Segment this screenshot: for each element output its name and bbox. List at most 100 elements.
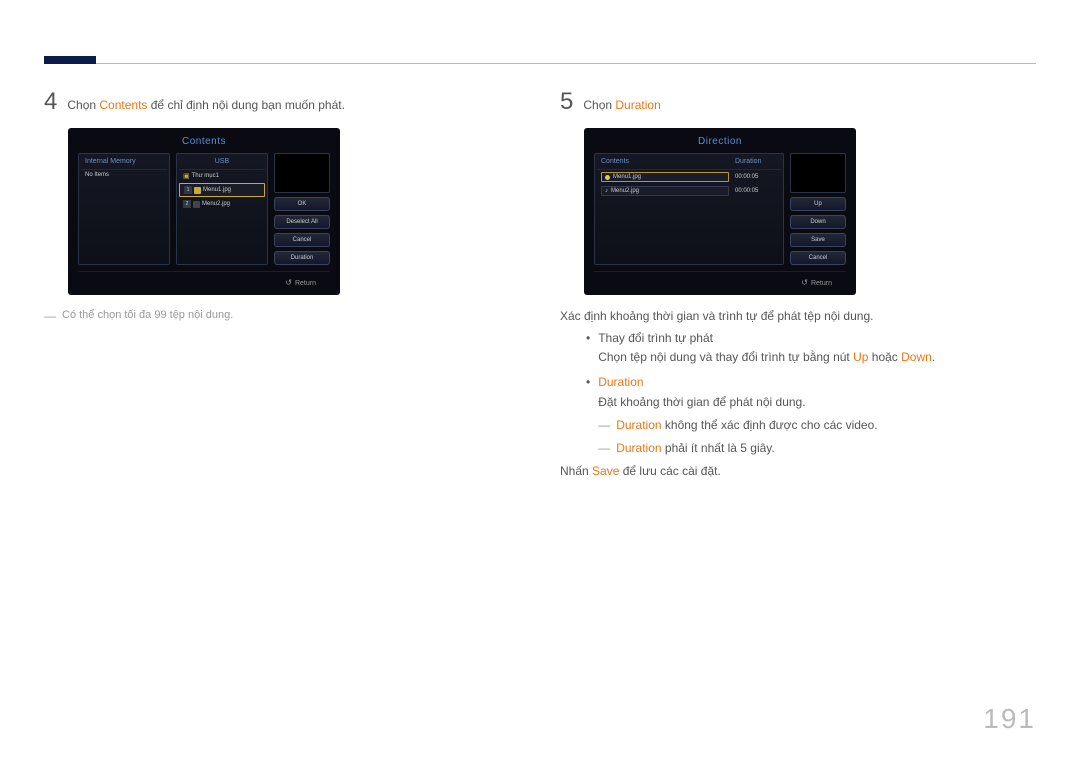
page-number: 191 <box>983 703 1036 735</box>
bullet-list: • Thay đổi trình tự phát Chọn tệp nội du… <box>560 329 1036 458</box>
file-name: Menu2.jpg <box>202 201 230 207</box>
keyword-duration: Duration <box>616 441 661 455</box>
up-button[interactable]: Up <box>790 197 846 211</box>
preview-box <box>274 153 330 193</box>
cancel-button[interactable]: Cancel <box>790 251 846 265</box>
file-name: Menu2.jpg <box>611 188 639 194</box>
direction-list: Contents Duration Menu1.jpg 00:00:05 ♪ <box>594 153 784 265</box>
tail-text: Nhấn Save để lưu các cài đặt. <box>560 458 1036 478</box>
text: Chọn <box>67 98 99 112</box>
dash: ― <box>598 416 610 435</box>
duration-button[interactable]: Duration <box>274 251 330 265</box>
folder-icon: ▣ <box>183 172 190 180</box>
keyword-duration: Duration <box>616 418 661 432</box>
return-icon: ↺ <box>285 278 292 287</box>
hdr-duration: Duration <box>735 158 777 165</box>
right-buttons: OK Deselect All Cancel Duration <box>274 153 330 265</box>
dash: ― <box>44 309 56 323</box>
text: Chọn tệp nội dung và thay đổi trình tự b… <box>598 350 853 364</box>
file-name: Menu1.jpg <box>613 174 641 180</box>
right-column: 5 Chọn Duration Direction Contents Durat… <box>560 90 1036 478</box>
keyword-up: Up <box>853 350 868 364</box>
preview-box <box>790 153 846 193</box>
save-button[interactable]: Save <box>790 233 846 247</box>
return-bar[interactable]: ↺Return <box>78 271 330 295</box>
ok-button[interactable]: OK <box>274 197 330 211</box>
file-name: Menu1.jpg <box>203 187 231 193</box>
text: hoặc <box>868 350 901 364</box>
text: Chọn <box>583 98 615 112</box>
usb-col: USB ▣ Thư mục1 1 Menu1.jpg 2 Menu2.jpg <box>176 153 268 265</box>
panel-title: Direction <box>584 128 856 153</box>
index: 2 <box>183 200 191 208</box>
duration-cell: 00:00:05 <box>735 188 777 194</box>
text: Đặt khoảng thời gian để phát nội dung. <box>598 395 805 409</box>
speaker-icon: ♪ <box>605 188 608 194</box>
list-row[interactable]: Menu1.jpg 00:00:05 <box>597 170 781 184</box>
rest: phải ít nhất là 5 giây. <box>662 441 775 455</box>
step-5: 5 Chọn Duration <box>560 90 1036 114</box>
dot-icon <box>605 175 610 180</box>
keyword-save: Save <box>592 464 619 478</box>
return-icon: ↺ <box>801 278 808 287</box>
bullet-title: Thay đổi trình tự phát <box>598 331 713 345</box>
panel-title: Contents <box>68 128 340 153</box>
dash: ― <box>598 439 610 458</box>
keyword-duration: Duration <box>615 98 660 112</box>
col-header: Internal Memory <box>81 156 167 170</box>
sub-item-2: ― Duration phải ít nhất là 5 giây. <box>598 439 877 458</box>
keyword-down: Down <box>901 350 932 364</box>
step-text: Chọn Duration <box>583 92 660 112</box>
bullet-2: • Duration Đặt khoảng thời gian để phát … <box>586 373 1036 458</box>
contents-cell: ♪ Menu2.jpg <box>601 186 729 196</box>
deselect-button[interactable]: Deselect All <box>274 215 330 229</box>
hdr-contents: Contents <box>601 158 735 165</box>
keyword-contents: Contents <box>99 98 147 112</box>
panel-body: Contents Duration Menu1.jpg 00:00:05 ♪ <box>584 153 856 271</box>
text: Nhấn <box>560 464 592 478</box>
step-number: 4 <box>44 90 57 114</box>
internal-memory-col: Internal Memory No Items <box>78 153 170 265</box>
folder-name: Thư mục1 <box>192 173 219 179</box>
checkbox-icon <box>194 187 201 194</box>
down-button[interactable]: Down <box>790 215 846 229</box>
note-line: ― Có thể chọn tối đa 99 tệp nội dung. <box>44 309 520 323</box>
return-bar[interactable]: ↺Return <box>594 271 846 295</box>
content-columns: 4 Chọn Contents để chỉ định nội dung bạn… <box>44 90 1036 478</box>
header-rule <box>44 63 1036 64</box>
return-label: Return <box>811 280 832 287</box>
panel-body: Internal Memory No Items USB ▣ Thư mục1 … <box>68 153 340 271</box>
bullet-1: • Thay đổi trình tự phát Chọn tệp nội du… <box>586 329 1036 367</box>
step-4: 4 Chọn Contents để chỉ định nội dung bạn… <box>44 90 520 114</box>
right-buttons: Up Down Save Cancel <box>790 153 846 265</box>
left-column: 4 Chọn Contents để chỉ định nội dung bạn… <box>44 90 520 478</box>
return-label: Return <box>295 280 316 287</box>
bullet-dot: • <box>586 373 590 458</box>
checkbox-icon <box>193 201 200 208</box>
text: để chỉ định nội dung bạn muốn phát. <box>147 98 344 112</box>
bullet-dot: • <box>586 329 590 367</box>
description: Xác định khoảng thời gian và trình tự để… <box>560 309 1036 323</box>
text: . <box>932 350 935 364</box>
duration-cell: 00:00:05 <box>735 174 777 180</box>
no-items: No Items <box>81 170 167 180</box>
list-row[interactable]: ♪ Menu2.jpg 00:00:05 <box>597 184 781 198</box>
direction-panel: Direction Contents Duration Menu1.jpg 00… <box>584 128 856 295</box>
step-number: 5 <box>560 90 573 114</box>
text: để lưu các cài đặt. <box>619 464 720 478</box>
rest: không thể xác định được cho các video. <box>662 418 878 432</box>
text: Duration không thể xác định được cho các… <box>616 416 877 435</box>
bullet-body: Duration Đặt khoảng thời gian để phát nộ… <box>598 373 877 458</box>
cancel-button[interactable]: Cancel <box>274 233 330 247</box>
contents-panel: Contents Internal Memory No Items USB ▣ … <box>68 128 340 295</box>
file-row-selected[interactable]: 1 Menu1.jpg <box>179 183 265 197</box>
file-row[interactable]: 2 Menu2.jpg <box>179 198 265 210</box>
folder-row[interactable]: ▣ Thư mục1 <box>179 170 265 182</box>
contents-cell: Menu1.jpg <box>601 172 729 182</box>
index: 1 <box>184 186 192 194</box>
bullet-title: Duration <box>598 375 643 389</box>
bullet-body: Thay đổi trình tự phát Chọn tệp nội dung… <box>598 329 935 367</box>
note-text: Có thể chọn tối đa 99 tệp nội dung. <box>62 309 233 323</box>
sub-item-1: ― Duration không thể xác định được cho c… <box>598 416 877 435</box>
text: Duration phải ít nhất là 5 giây. <box>616 439 775 458</box>
